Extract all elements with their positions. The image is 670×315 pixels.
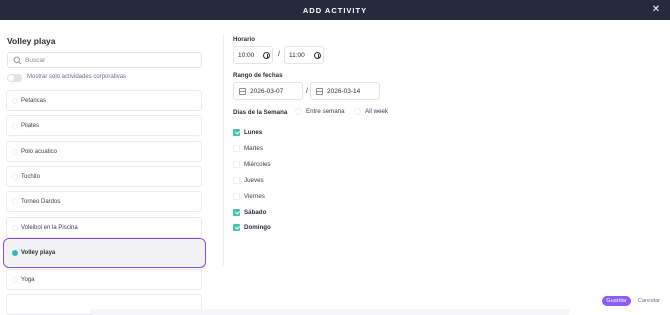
checkbox-icon xyxy=(233,161,240,168)
activity-item[interactable]: Petancas xyxy=(6,90,202,111)
activity-label: Pilates xyxy=(21,122,40,129)
radio-icon xyxy=(12,199,18,205)
radio-icon xyxy=(295,108,302,115)
cancel-button[interactable]: Cancelar xyxy=(636,296,662,306)
activity-label: Polo acuatico xyxy=(21,148,58,155)
checkbox-checked-icon xyxy=(233,129,240,136)
start-date-field[interactable]: 2026-03-07 xyxy=(233,82,303,100)
checkbox-checked-icon xyxy=(233,224,240,231)
close-icon[interactable]: ✕ xyxy=(650,4,662,16)
day-jueves[interactable]: Jueves xyxy=(233,176,313,186)
day-label: Lunes xyxy=(244,129,263,136)
save-button[interactable]: Guardar xyxy=(602,296,631,306)
day-label: Sábado xyxy=(244,209,267,216)
radio-icon xyxy=(12,149,18,155)
activity-item[interactable]: Yoga xyxy=(6,269,202,290)
end-time-value: 11:00 xyxy=(289,51,305,59)
corporate-toggle-label: Mostrar solo actividades corporativas xyxy=(27,74,127,80)
end-date-value: 2026-03-14 xyxy=(327,87,361,95)
day-miercoles[interactable]: Miércoles xyxy=(233,160,313,170)
start-time-value: 10:00 xyxy=(238,51,255,59)
activity-label: Yoga xyxy=(21,276,35,283)
activity-item-selected[interactable]: Volley playa xyxy=(3,238,206,268)
activity-picker: Volley playa Mostrar solo actividades co… xyxy=(0,20,214,315)
radio-icon xyxy=(354,108,361,115)
end-time-field[interactable]: 11:00 xyxy=(284,46,324,64)
radio-icon xyxy=(12,225,18,231)
checkbox-checked-icon xyxy=(233,209,240,216)
day-label: Domingo xyxy=(244,224,271,231)
clock-icon xyxy=(314,52,321,59)
search-box[interactable] xyxy=(7,52,202,68)
end-date-field[interactable]: 2026-03-14 xyxy=(310,82,380,100)
modal-header: ADD ACTIVITY ✕ xyxy=(0,0,670,20)
day-sabado[interactable]: Sábado xyxy=(233,208,313,218)
panel-divider xyxy=(223,34,224,266)
footer-shadow xyxy=(90,309,570,315)
corporate-toggle[interactable] xyxy=(7,74,22,82)
date-separator: / xyxy=(306,88,308,95)
radio-selected-icon xyxy=(12,250,18,256)
day-label: Viernes xyxy=(244,193,265,200)
start-date-value: 2026-03-07 xyxy=(250,87,284,95)
day-martes[interactable]: Martes xyxy=(233,144,313,154)
calendar-icon xyxy=(316,88,323,95)
activity-label: Volley playa xyxy=(21,249,56,256)
radio-icon xyxy=(12,123,18,129)
day-label: Jueves xyxy=(244,177,264,184)
activity-item[interactable]: Tochito xyxy=(6,166,202,187)
checkbox-icon xyxy=(233,145,240,152)
day-domingo[interactable]: Domingo xyxy=(233,223,313,233)
day-label: Miércoles xyxy=(244,161,271,168)
activity-label: Torneo Dardos xyxy=(21,198,61,205)
activity-item[interactable]: Polo acuatico xyxy=(6,141,202,162)
calendar-icon xyxy=(239,88,246,95)
radio-icon xyxy=(12,98,18,104)
checkbox-icon xyxy=(233,193,240,200)
dias-label: Días de la Semana xyxy=(233,109,288,116)
clock-icon xyxy=(263,52,270,59)
schedule-form: Horario 10:00 / 11:00 Rango de fechas 20… xyxy=(233,20,670,315)
time-separator: / xyxy=(278,51,280,58)
selected-activity-heading: Volley playa xyxy=(7,36,56,46)
modal-title: ADD ACTIVITY xyxy=(302,6,368,15)
search-icon xyxy=(13,56,22,65)
day-lunes[interactable]: Lunes xyxy=(233,128,313,138)
option-label: All week xyxy=(365,108,389,115)
activity-label: Voleibol en la Piscina xyxy=(21,224,78,231)
option-label: Entre semana xyxy=(306,108,345,115)
fechas-label: Rango de fechas xyxy=(233,72,283,79)
activity-item[interactable]: Pilates xyxy=(6,115,202,136)
search-input[interactable] xyxy=(25,54,195,66)
checkbox-icon xyxy=(233,177,240,184)
toggle-knob xyxy=(8,75,14,81)
horario-label: Horario xyxy=(233,36,256,43)
activity-label: Petancas xyxy=(21,97,47,104)
radio-icon xyxy=(12,174,18,180)
activity-item[interactable]: Torneo Dardos xyxy=(6,191,202,212)
radio-icon xyxy=(12,277,18,283)
start-time-field[interactable]: 10:00 xyxy=(233,46,273,64)
activity-item[interactable]: Voleibol en la Piscina xyxy=(6,217,202,238)
day-label: Martes xyxy=(244,145,263,152)
day-viernes[interactable]: Viernes xyxy=(233,192,313,202)
activity-label: Tochito xyxy=(21,173,41,180)
